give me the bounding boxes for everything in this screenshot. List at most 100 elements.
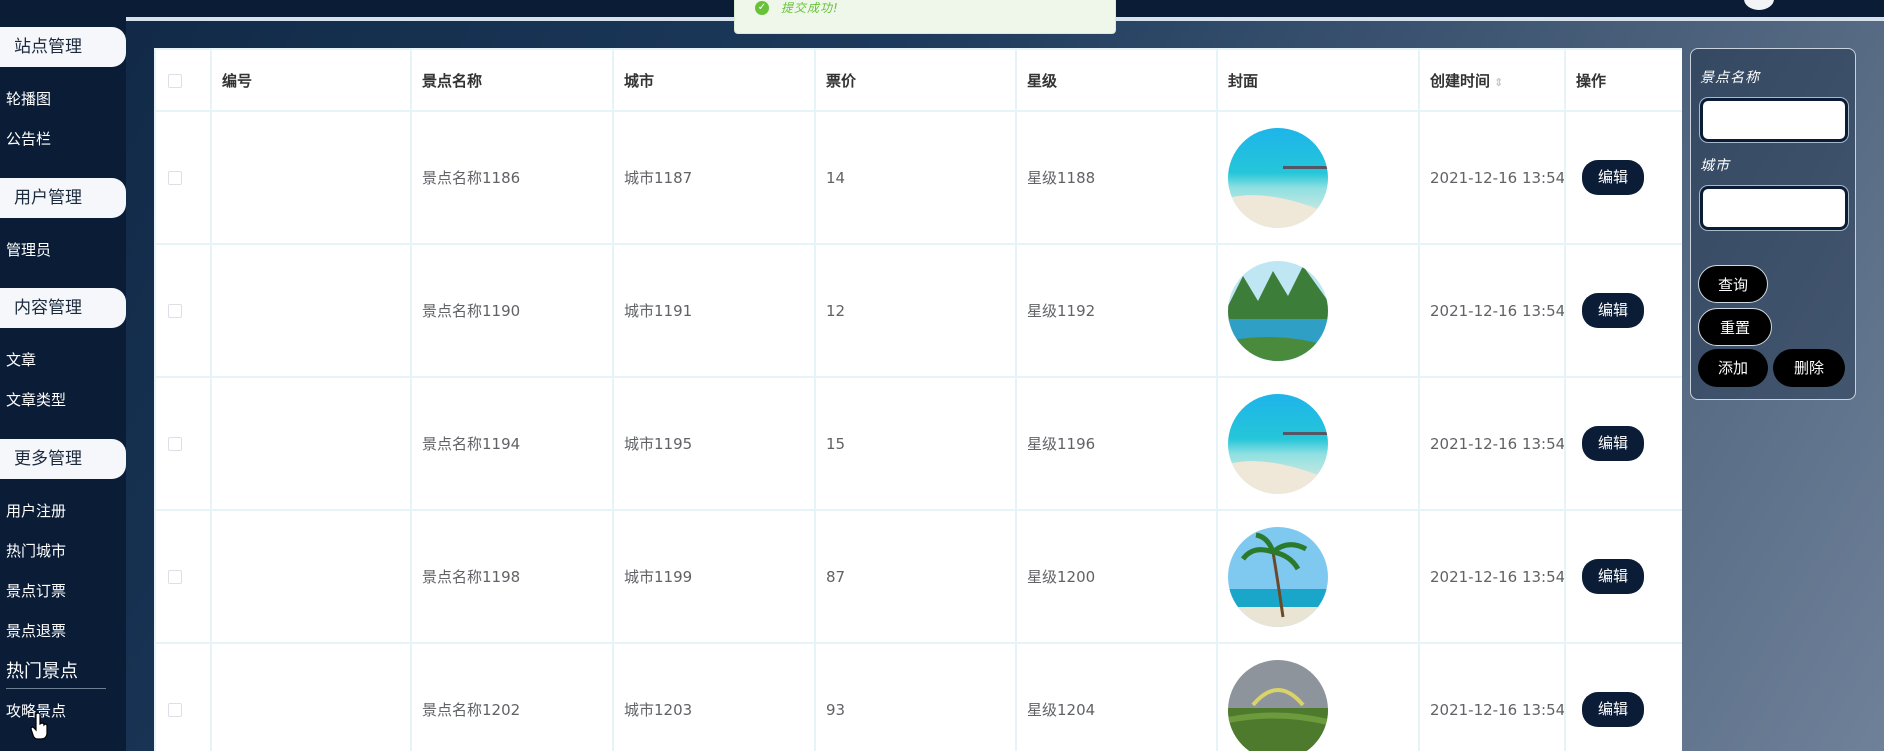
check-circle-icon: ✓ (755, 0, 769, 15)
table-row: 景点名称1198 城市1199 87 星级1200 2021-12-16 13:54: 编… (154, 509, 1682, 644)
cover-image (1228, 127, 1328, 228)
cell-created: 2021-12-16 13:54: (1418, 376, 1566, 511)
cell-price: 14 (814, 110, 1017, 245)
row-checkbox[interactable] (168, 570, 182, 584)
table-row: 景点名称1186 城市1187 14 星级1188 2021-12-16 13:54: 编… (154, 110, 1682, 245)
cell-cover (1216, 243, 1420, 378)
sidebar: 站点管理 轮播图 公告栏 用户管理 管理员 内容管理 文章 文章类型 更多管理 … (0, 0, 126, 751)
cover-image (1228, 393, 1328, 494)
edit-button[interactable]: 编辑 (1582, 293, 1644, 328)
column-header-created-label: 创建时间 (1430, 71, 1491, 90)
sidebar-item-hot-spots[interactable]: 热门景点 (6, 657, 78, 683)
cell-id (210, 376, 412, 511)
edit-button[interactable]: 编辑 (1582, 692, 1644, 727)
column-header-stars: 星级 (1015, 48, 1218, 112)
cell-actions: 编辑 (1564, 642, 1682, 751)
cell-city: 城市1195 (612, 376, 816, 511)
cell-name: 景点名称1194 (410, 376, 614, 511)
cell-name: 景点名称1186 (410, 110, 614, 245)
row-checkbox[interactable] (168, 304, 182, 318)
cell-cover (1216, 376, 1420, 511)
column-header-id: 编号 (210, 48, 412, 112)
cell-stars: 星级1192 (1015, 243, 1218, 378)
cell-name: 景点名称1198 (410, 509, 614, 644)
reset-button[interactable]: 重置 (1698, 308, 1772, 346)
column-header-created[interactable]: 创建时间 ⇕ (1418, 48, 1566, 112)
cell-price: 12 (814, 243, 1017, 378)
column-header-name: 景点名称 (410, 48, 614, 112)
sidebar-item-carousel[interactable]: 轮播图 (6, 88, 51, 109)
table-row: 景点名称1202 城市1203 93 星级1204 2021-12-16 13:54: 编… (154, 642, 1682, 751)
delete-button[interactable]: 删除 (1773, 349, 1845, 387)
row-checkbox[interactable] (168, 703, 182, 717)
edit-button[interactable]: 编辑 (1582, 160, 1644, 195)
cell-city: 城市1187 (612, 110, 816, 245)
cell-name: 景点名称1190 (410, 243, 614, 378)
search-city-input[interactable] (1700, 186, 1848, 230)
cell-stars: 星级1188 (1015, 110, 1218, 245)
cell-id (210, 243, 412, 378)
column-header-price: 票价 (814, 48, 1017, 112)
cell-city: 城市1203 (612, 642, 816, 751)
cover-image (1228, 659, 1328, 751)
table-row: 景点名称1194 城市1195 15 星级1196 2021-12-16 13:54: 编… (154, 376, 1682, 511)
cell-city: 城市1191 (612, 243, 816, 378)
search-name-label: 景点名称 (1700, 70, 1760, 86)
sidebar-item-notice[interactable]: 公告栏 (6, 128, 51, 149)
data-table-panel: 编号 景点名称 城市 票价 星级 封面 创建时间 ⇕ 操作 景点名称1186 城市1… (154, 48, 1682, 751)
table-row: 景点名称1190 城市1191 12 星级1192 2021-12-16 13:54: 编… (154, 243, 1682, 378)
cell-price: 93 (814, 642, 1017, 751)
search-city-label: 城市 (1700, 158, 1730, 174)
search-name-input[interactable] (1700, 98, 1848, 142)
cell-id (210, 110, 412, 245)
table-header-row: 编号 景点名称 城市 票价 星级 封面 创建时间 ⇕ 操作 (154, 48, 1682, 112)
row-checkbox[interactable] (168, 437, 182, 451)
cell-actions: 编辑 (1564, 376, 1682, 511)
select-all-checkbox[interactable] (168, 73, 182, 88)
cell-stars: 星级1196 (1015, 376, 1218, 511)
cell-city: 城市1199 (612, 509, 816, 644)
cell-actions: 编辑 (1564, 110, 1682, 245)
sidebar-item-ticket-booking[interactable]: 景点订票 (6, 580, 66, 601)
search-panel: 景点名称 城市 查询 重置 添加 删除 (1690, 48, 1856, 400)
cell-actions: 编辑 (1564, 509, 1682, 644)
cell-price: 87 (814, 509, 1017, 644)
cover-image (1228, 526, 1328, 627)
sidebar-item-article-type[interactable]: 文章类型 (6, 389, 66, 410)
cell-cover (1216, 509, 1420, 644)
sidebar-item-ticket-refund[interactable]: 景点退票 (6, 620, 66, 641)
cell-name: 景点名称1202 (410, 642, 614, 751)
sidebar-item-article[interactable]: 文章 (6, 349, 36, 370)
sidebar-group-site[interactable]: 站点管理 (0, 27, 126, 67)
cell-price: 15 (814, 376, 1017, 511)
avatar[interactable] (1744, 0, 1774, 10)
column-header-cover: 封面 (1216, 48, 1420, 112)
cell-created: 2021-12-16 13:54: (1418, 642, 1566, 751)
column-header-city: 城市 (612, 48, 816, 112)
sidebar-item-hot-city[interactable]: 热门城市 (6, 540, 66, 561)
data-table: 编号 景点名称 城市 票价 星级 封面 创建时间 ⇕ 操作 景点名称1186 城市1… (154, 48, 1682, 751)
sidebar-item-user-register[interactable]: 用户注册 (6, 500, 66, 521)
sort-icon[interactable]: ⇕ (1494, 76, 1503, 89)
cell-id (210, 642, 412, 751)
cell-cover (1216, 642, 1420, 751)
sidebar-divider (6, 688, 106, 689)
sidebar-group-content[interactable]: 内容管理 (0, 288, 126, 328)
cell-stars: 星级1204 (1015, 642, 1218, 751)
edit-button[interactable]: 编辑 (1582, 559, 1644, 594)
cell-stars: 星级1200 (1015, 509, 1218, 644)
sidebar-item-admin[interactable]: 管理员 (6, 239, 51, 260)
query-button[interactable]: 查询 (1698, 265, 1768, 303)
row-checkbox[interactable] (168, 171, 182, 185)
cell-id (210, 509, 412, 644)
sidebar-group-user[interactable]: 用户管理 (0, 178, 126, 218)
add-button[interactable]: 添加 (1698, 349, 1768, 387)
cell-created: 2021-12-16 13:54: (1418, 110, 1566, 245)
cell-cover (1216, 110, 1420, 245)
edit-button[interactable]: 编辑 (1582, 426, 1644, 461)
toast-message: 提交成功! (781, 1, 839, 15)
cell-created: 2021-12-16 13:54: (1418, 243, 1566, 378)
sidebar-group-more[interactable]: 更多管理 (0, 439, 126, 479)
cell-actions: 编辑 (1564, 243, 1682, 378)
cell-created: 2021-12-16 13:54: (1418, 509, 1566, 644)
